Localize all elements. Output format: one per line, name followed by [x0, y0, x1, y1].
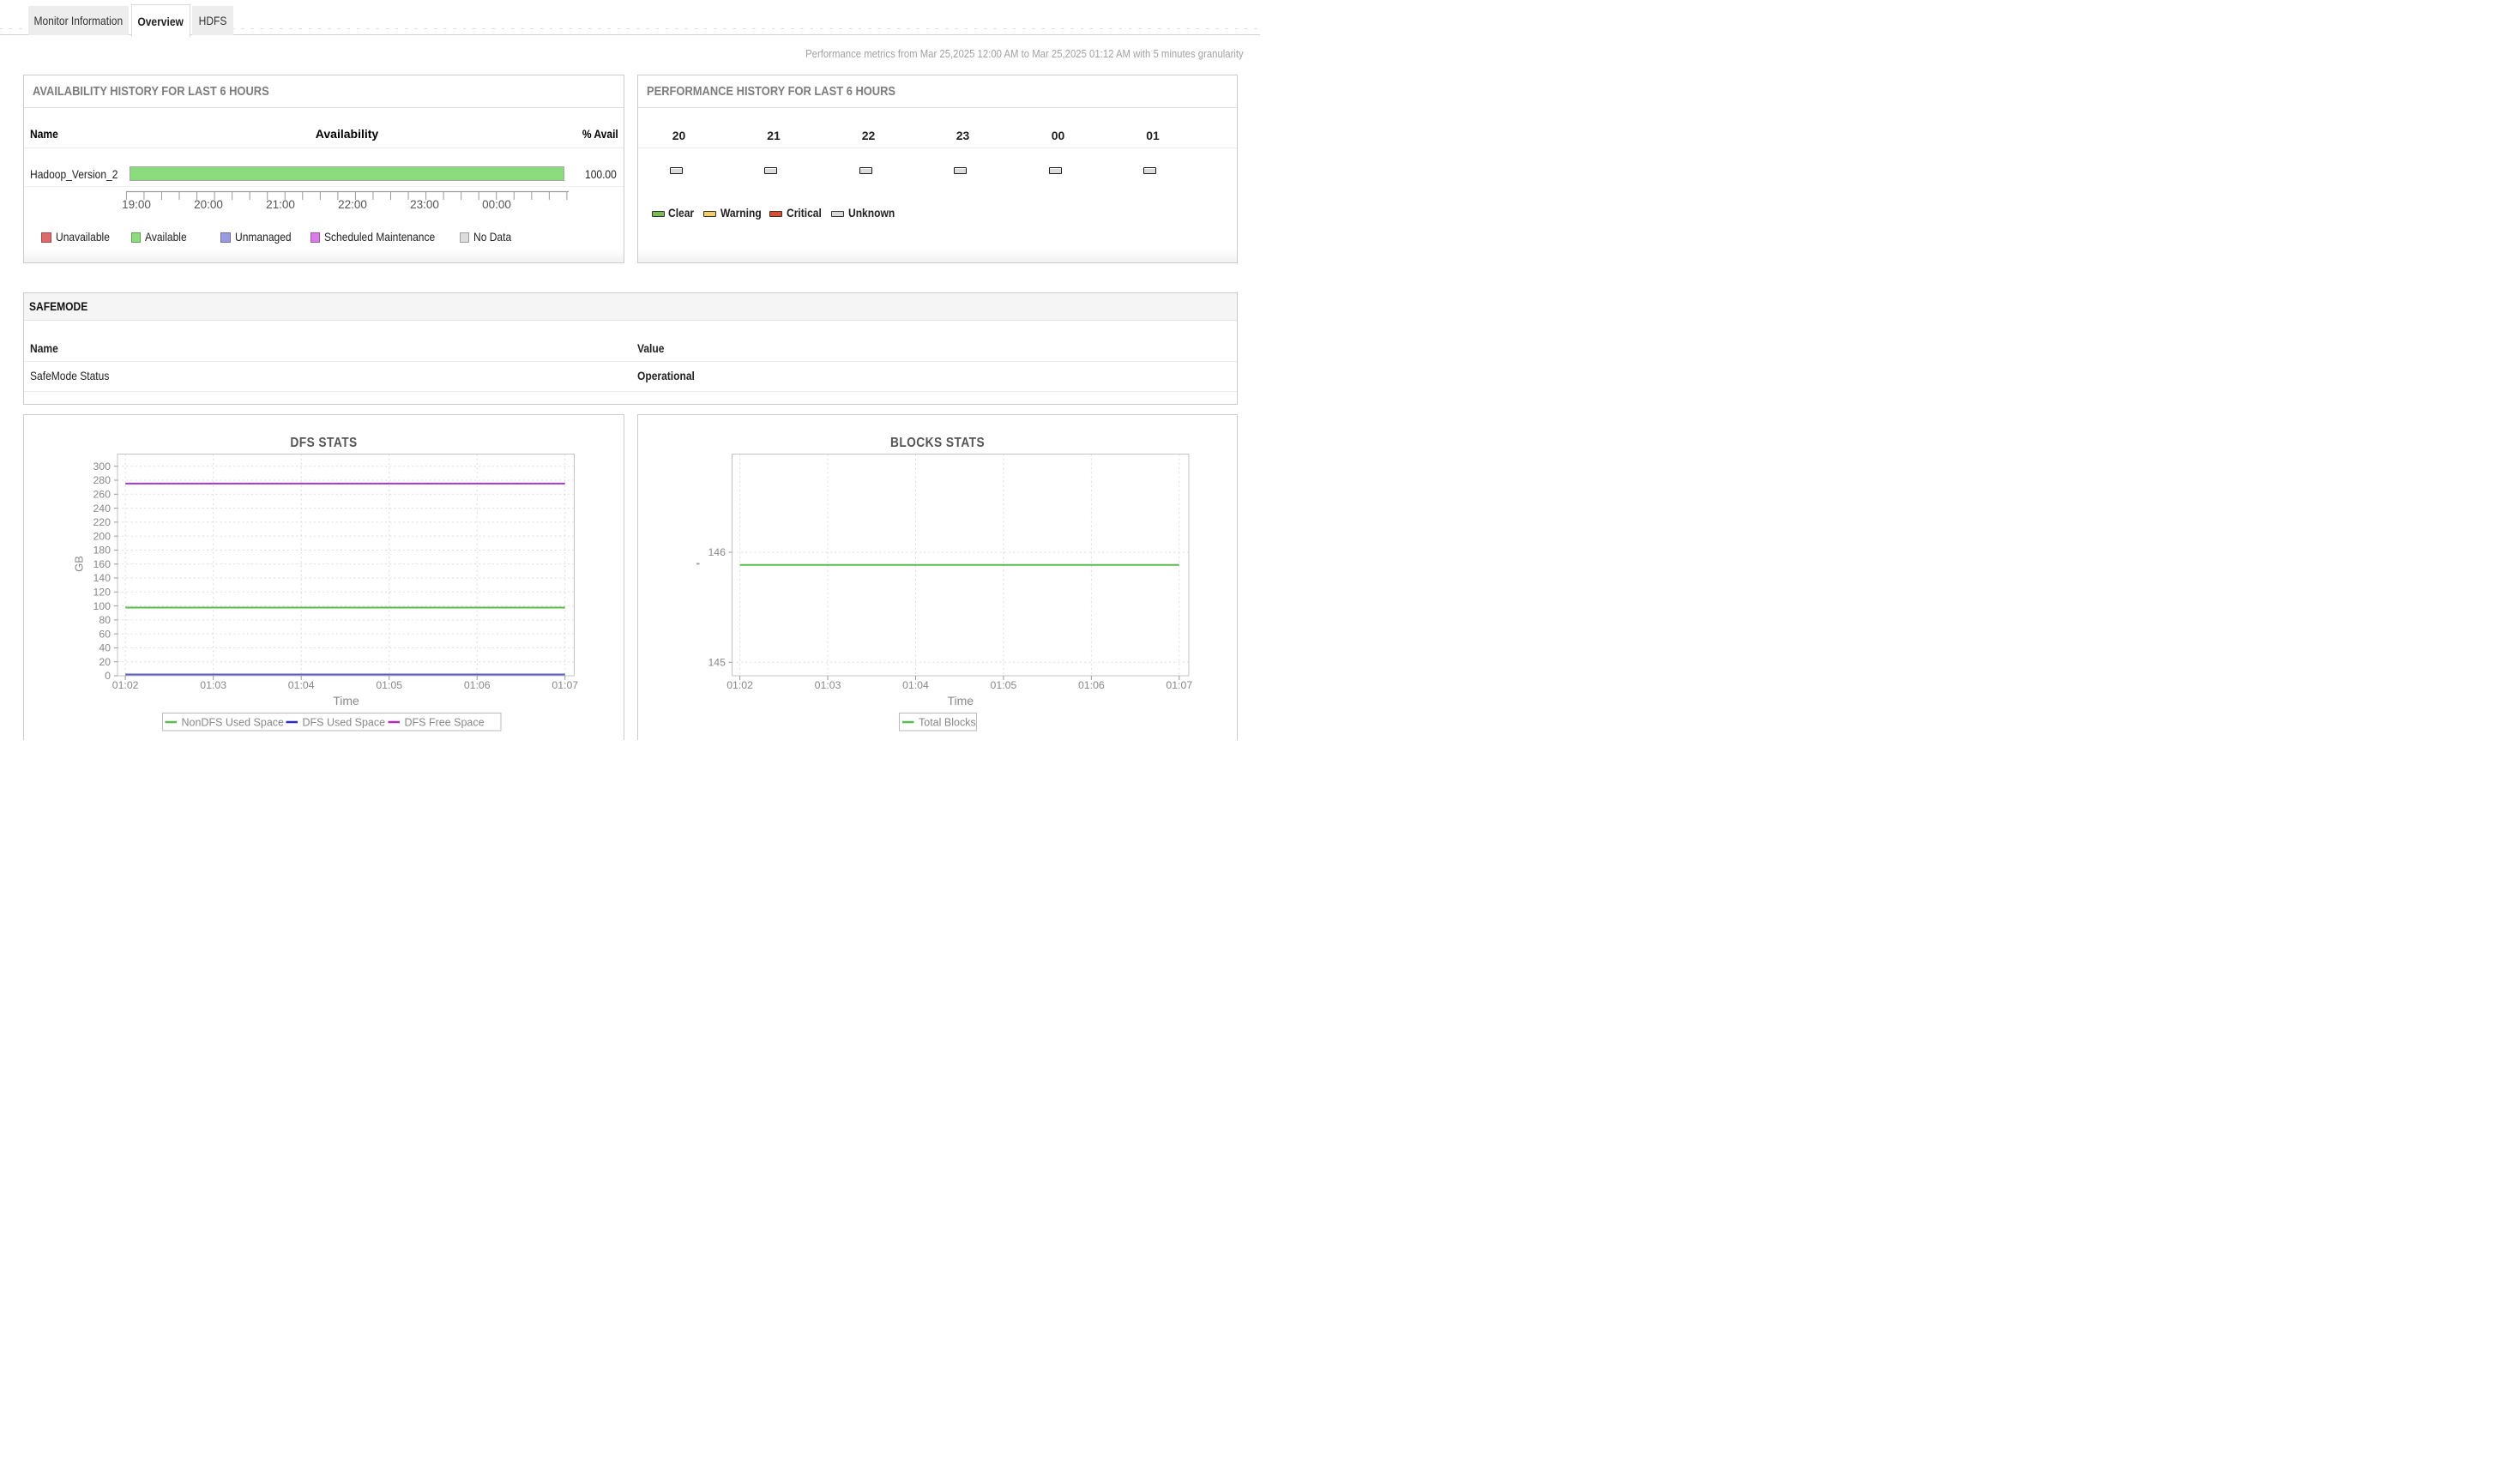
svg-text:GB: GB	[73, 556, 86, 572]
svg-text:01:05: 01:05	[376, 679, 402, 691]
svg-text:20:00: 20:00	[194, 198, 223, 211]
svg-text:DFS Used Space: DFS Used Space	[303, 717, 386, 729]
svg-text:00:00: 00:00	[482, 198, 511, 211]
svg-text:01:07: 01:07	[552, 679, 578, 691]
svg-text:220: 220	[93, 516, 111, 528]
svg-text:260: 260	[93, 488, 111, 500]
svg-text:Time: Time	[333, 694, 359, 707]
svg-text:01:04: 01:04	[902, 679, 929, 691]
svg-text:23:00: 23:00	[410, 198, 439, 211]
svg-text:01:03: 01:03	[814, 679, 841, 691]
svg-text:240: 240	[93, 503, 111, 515]
svg-text:140: 140	[93, 572, 111, 584]
svg-text:NonDFS Used Space: NonDFS Used Space	[182, 717, 285, 729]
svg-text:20: 20	[99, 656, 111, 668]
svg-text:01:04: 01:04	[288, 679, 315, 691]
svg-text:01:05: 01:05	[990, 679, 1016, 691]
svg-text:01:07: 01:07	[1166, 679, 1192, 691]
svg-text:180: 180	[93, 545, 111, 557]
svg-text:60: 60	[99, 628, 111, 640]
svg-text:DFS Free Space: DFS Free Space	[405, 717, 485, 729]
svg-text:01:06: 01:06	[1077, 679, 1104, 691]
svg-text:Total Blocks: Total Blocks	[919, 717, 976, 729]
svg-text:22:00: 22:00	[338, 198, 367, 211]
svg-text:01:02: 01:02	[112, 679, 139, 691]
svg-text:01:03: 01:03	[200, 679, 226, 691]
svg-text:280: 280	[93, 474, 111, 486]
svg-text:0: 0	[105, 670, 111, 682]
svg-text:100: 100	[93, 600, 111, 612]
svg-text:19:00: 19:00	[122, 198, 151, 211]
svg-text:200: 200	[93, 530, 111, 542]
svg-text:300: 300	[93, 461, 111, 473]
svg-text:Time: Time	[947, 694, 974, 707]
svg-text:80: 80	[99, 614, 111, 626]
svg-text:21:00: 21:00	[266, 198, 295, 211]
svg-text:01:02: 01:02	[726, 679, 753, 691]
svg-text:120: 120	[93, 586, 111, 598]
svg-text:145: 145	[708, 657, 726, 669]
svg-text:40: 40	[99, 642, 111, 654]
svg-text:160: 160	[93, 558, 111, 570]
svg-text:01:06: 01:06	[464, 679, 491, 691]
svg-text:146: 146	[708, 546, 726, 558]
